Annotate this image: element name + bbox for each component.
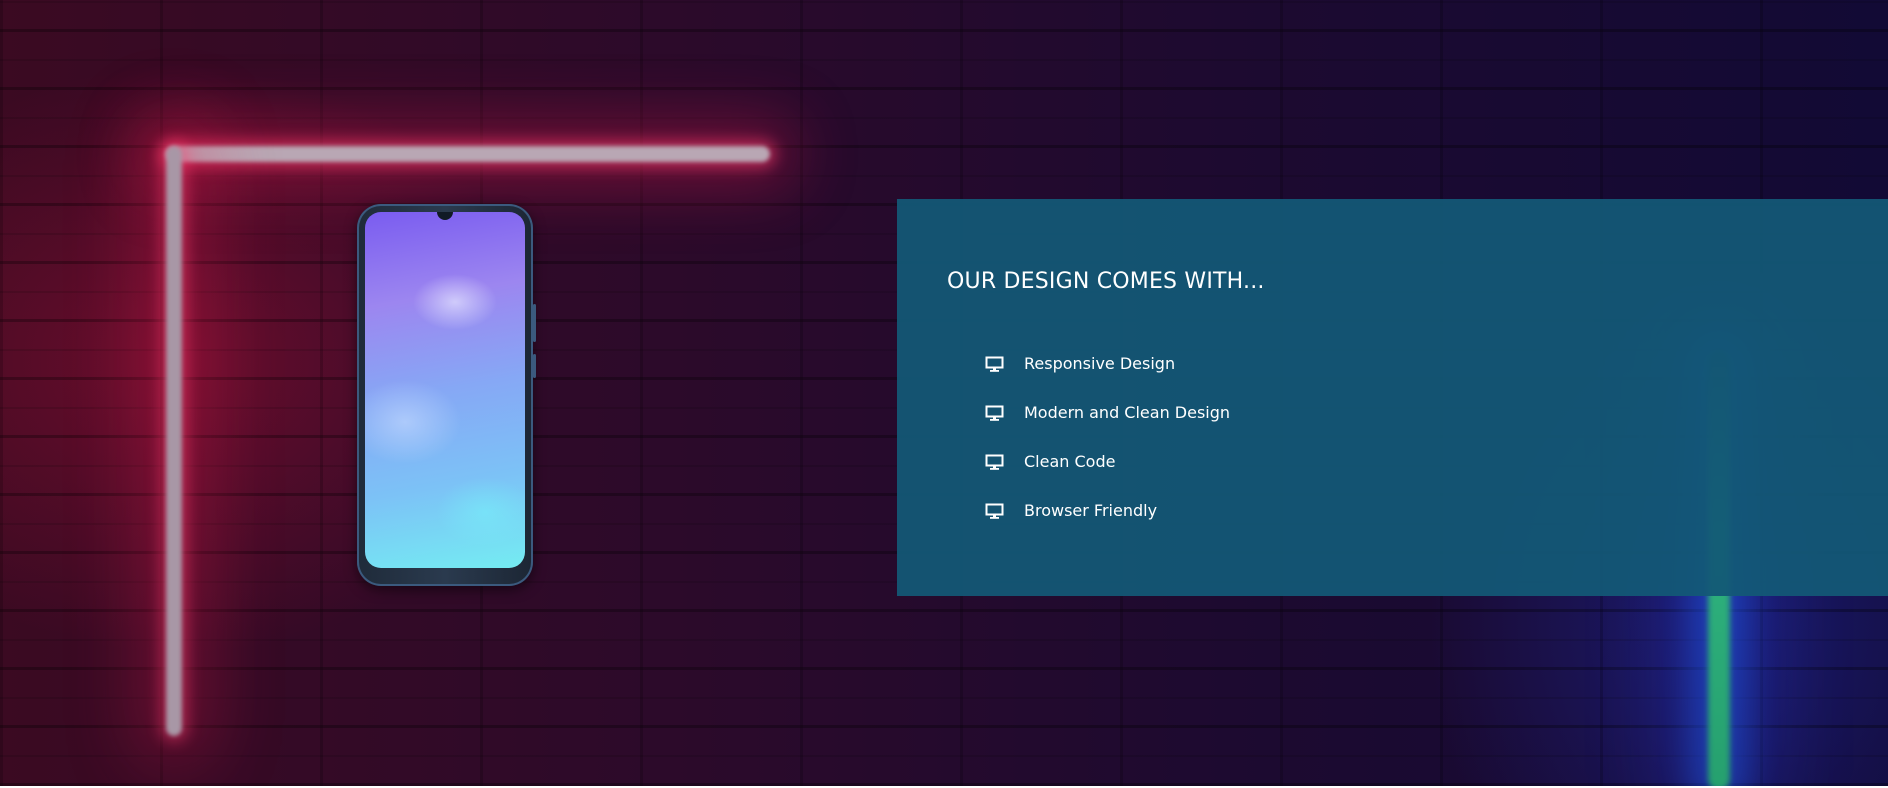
feature-label: Modern and Clean Design [1024,403,1231,422]
monitor-icon [985,503,1004,519]
feature-item: Browser Friendly [985,486,1230,535]
feature-item: Responsive Design [985,339,1230,388]
neon-light-horizontal [165,146,770,162]
page: OUR DESIGN COMES WITH... Responsive Desi… [0,0,1888,788]
features-title: OUR DESIGN COMES WITH... [947,269,1265,294]
feature-label: Clean Code [1024,452,1116,471]
features-list: Responsive Design Modern and Clean Desig… [985,339,1230,535]
features-panel: OUR DESIGN COMES WITH... Responsive Desi… [897,199,1888,596]
feature-label: Browser Friendly [1024,501,1158,520]
feature-label: Responsive Design [1024,354,1176,373]
feature-item: Clean Code [985,437,1230,486]
phone-mockup-image [357,204,536,586]
phone-side-button [533,304,536,342]
phone-side-button [533,354,536,378]
phone-screen [365,212,525,568]
monitor-icon [985,356,1004,372]
feature-item: Modern and Clean Design [985,388,1230,437]
monitor-icon [985,454,1004,470]
neon-light-vertical [166,146,182,736]
hero-background: OUR DESIGN COMES WITH... Responsive Desi… [0,0,1888,786]
monitor-icon [985,405,1004,421]
